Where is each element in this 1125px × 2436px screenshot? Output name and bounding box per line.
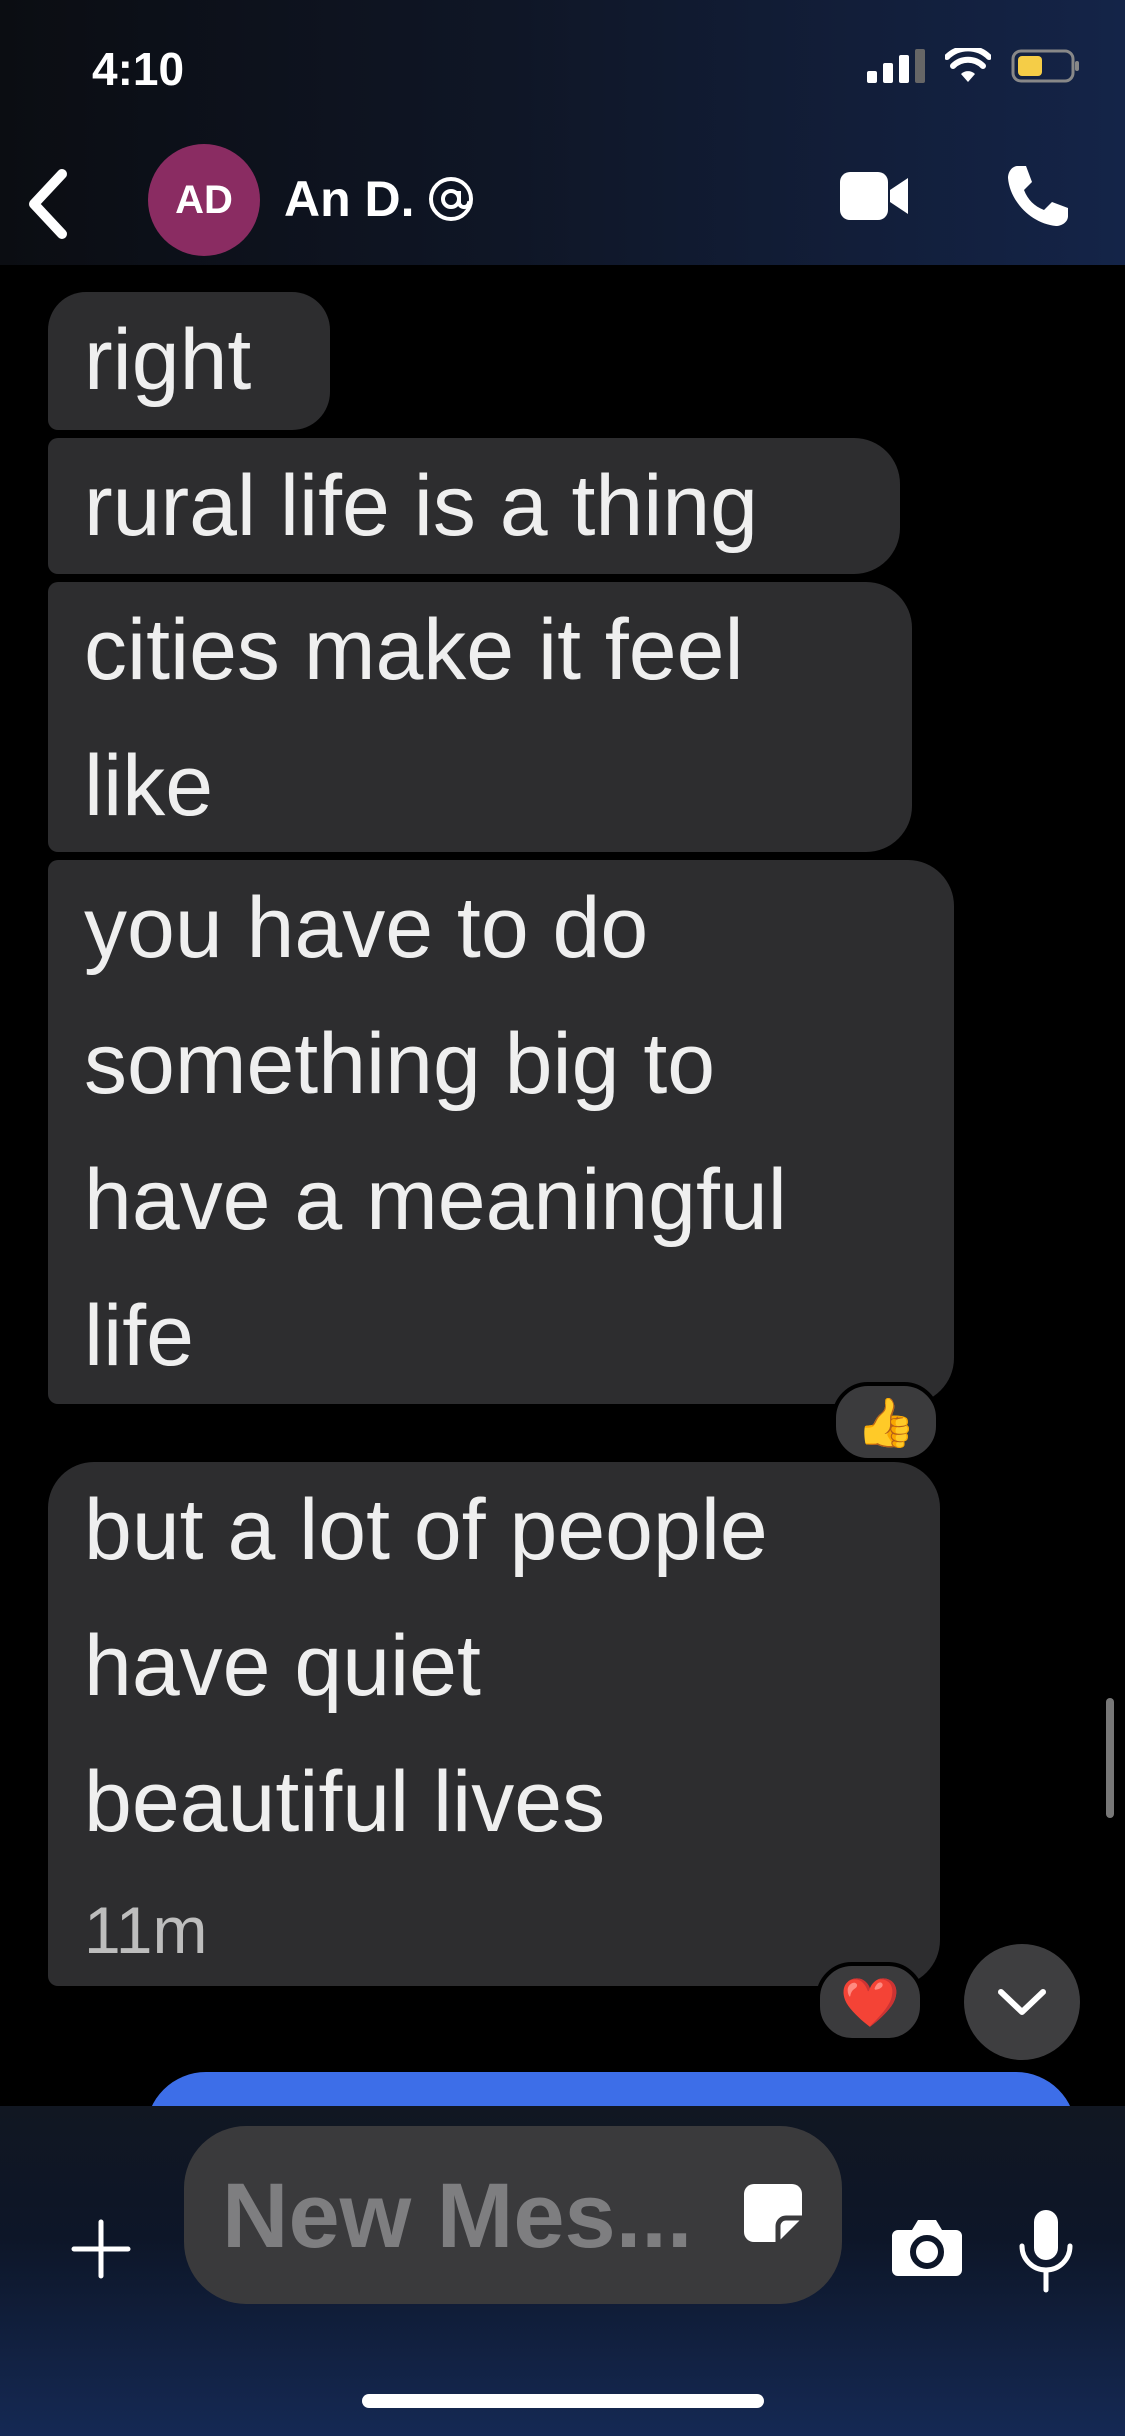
message-bubble[interactable]: rural life is a thing [48, 438, 900, 574]
message-line: something big to [84, 1016, 716, 1112]
camera-button[interactable] [890, 2216, 964, 2278]
thumbs-up-reaction[interactable]: 👍 [832, 1382, 940, 1462]
microphone-button[interactable] [1018, 2208, 1074, 2294]
phone-call-button[interactable] [1004, 162, 1072, 230]
message-bubble[interactable]: but a lot of people have quiet beautiful… [48, 1462, 940, 1986]
message-line: like [84, 738, 214, 834]
sticker-icon[interactable] [740, 2180, 806, 2246]
avatar[interactable]: AD [148, 144, 260, 256]
message-line: have quiet [84, 1618, 481, 1714]
message-bubble[interactable]: cities make it feel like [48, 582, 912, 852]
video-call-button[interactable] [838, 166, 910, 226]
heart-reaction[interactable]: ❤️ [816, 1962, 924, 2042]
message-bubble[interactable]: you have to do something big to have a m… [48, 860, 954, 1404]
scrollbar[interactable] [1106, 1698, 1114, 1818]
status-time: 4:10 [92, 43, 185, 95]
top-bar: 4:10 AD An D. [0, 0, 1125, 265]
chevron-down-icon [998, 1989, 1046, 2015]
message-line: but a lot of people [84, 1482, 768, 1578]
message-line: cities make it feel [84, 602, 744, 698]
battery-icon [1011, 49, 1079, 83]
message-line: life [84, 1288, 194, 1384]
home-indicator[interactable] [362, 2394, 764, 2408]
message-line: rural life is a thing [84, 458, 758, 554]
scroll-to-bottom-button[interactable] [964, 1944, 1080, 2060]
message-line: right [84, 312, 252, 408]
message-input-placeholder: New Mes... [222, 2165, 693, 2267]
signal-icon [867, 49, 925, 83]
message-timestamp: 11m [84, 1893, 208, 1967]
message-input[interactable]: New Mes... [184, 2126, 842, 2304]
message-line: you have to do [84, 880, 649, 976]
message-line: have a meaningful [84, 1152, 787, 1248]
message-line: beautiful lives [84, 1754, 606, 1850]
message-bubble[interactable]: right [48, 292, 330, 430]
status-icons [867, 48, 1081, 84]
at-sign-icon [428, 177, 473, 221]
wifi-icon [945, 48, 991, 82]
contact-name-container[interactable]: An D. [284, 170, 475, 228]
add-attachment-button[interactable] [70, 2218, 132, 2280]
contact-name: An D. [284, 171, 415, 227]
back-button[interactable] [22, 166, 74, 242]
chat-header: AD An D. [0, 140, 1125, 260]
